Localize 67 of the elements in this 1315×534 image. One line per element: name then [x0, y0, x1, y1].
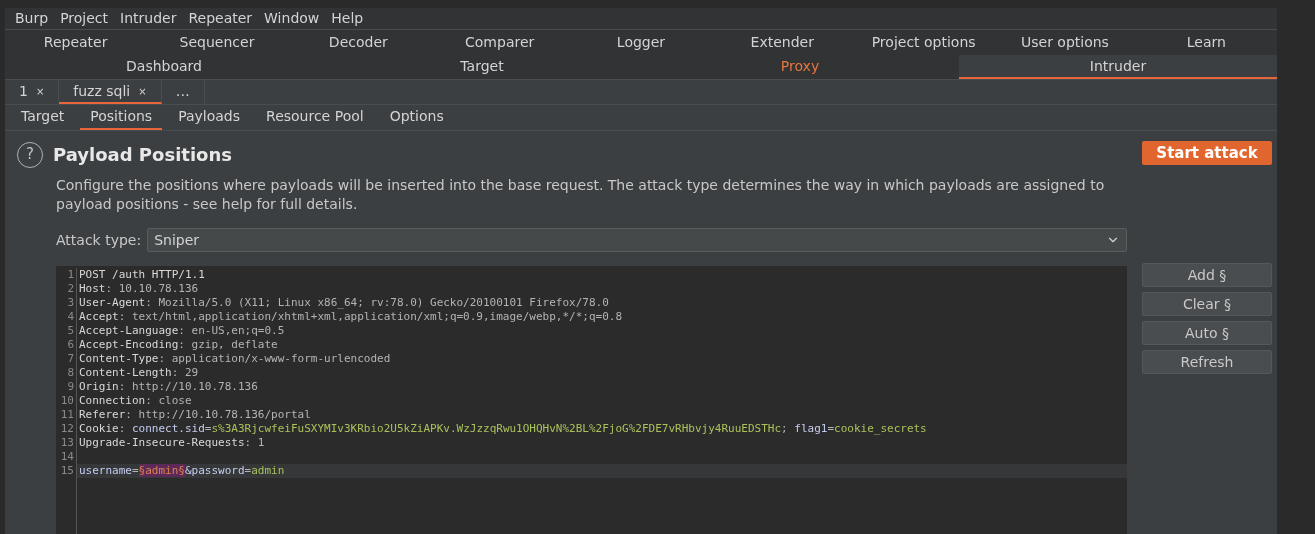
- close-icon[interactable]: ×: [138, 83, 147, 99]
- tool-tab[interactable]: Dashboard: [5, 55, 323, 79]
- request-line: POST /auth HTTP/1.1: [79, 268, 205, 281]
- tool-tab[interactable]: Project options: [852, 32, 995, 53]
- tool-tab[interactable]: Proxy: [641, 55, 959, 79]
- sub-tab[interactable]: Options: [379, 105, 454, 130]
- menu-item[interactable]: Intruder: [116, 8, 181, 29]
- tool-tab[interactable]: Comparer: [429, 32, 571, 53]
- menu-item[interactable]: Project: [56, 8, 113, 29]
- menu-item[interactable]: Window: [260, 8, 324, 29]
- request-editor[interactable]: [56, 266, 1127, 534]
- position-button[interactable]: Clear §: [1142, 292, 1272, 316]
- line-number: 10: [59, 394, 75, 408]
- request-line: username=§admin§&password=admin: [79, 464, 285, 477]
- close-icon[interactable]: ×: [35, 83, 45, 99]
- menu-item[interactable]: Repeater: [184, 8, 257, 29]
- request-line: Origin: http://10.10.78.136: [79, 380, 258, 393]
- request-line: Accept-Language: en-US,en;q=0.5: [79, 324, 285, 337]
- section-description: Configure the positions where payloads will be inserted into the base request. The attack type determines the way in which payloads are assigned to payload positions - see help for full details.: [56, 176, 1106, 214]
- sub-tab[interactable]: Target: [11, 105, 75, 130]
- line-number: 15: [59, 464, 75, 478]
- line-number: 7: [66, 352, 75, 366]
- section-title: Payload Positions: [53, 143, 232, 167]
- request-line: Connection: close: [79, 394, 192, 407]
- request-tab[interactable]: fuzz sqli ×: [59, 80, 162, 104]
- tool-tab[interactable]: Logger: [570, 32, 712, 53]
- position-button[interactable]: Auto §: [1142, 321, 1272, 345]
- line-number: 12: [59, 422, 75, 436]
- line-number: 3: [66, 296, 75, 310]
- menu-item[interactable]: Burp: [11, 8, 53, 29]
- request-line: Referer: http://10.10.78.136/portal: [79, 408, 311, 421]
- tool-tab[interactable]: Decoder: [287, 32, 429, 53]
- request-line: Host: 10.10.78.136: [79, 282, 199, 295]
- line-number: 13: [59, 436, 75, 450]
- request-tab[interactable]: …: [161, 80, 205, 104]
- line-number: 11: [59, 408, 75, 422]
- tool-tab[interactable]: Intruder: [959, 55, 1277, 79]
- sub-tab[interactable]: Resource Pool: [256, 105, 374, 130]
- line-number: 14: [59, 450, 75, 464]
- tool-tab[interactable]: User options: [994, 32, 1136, 53]
- sub-tab[interactable]: Payloads: [168, 105, 251, 130]
- tool-tab[interactable]: Sequencer: [146, 32, 288, 53]
- request-line: Upgrade-Insecure-Requests: 1: [79, 436, 265, 449]
- request-line: Accept: text/html,application/xhtml+xml,application/xml;q=0.9,image/webp,*/*;q=0.8: [79, 310, 623, 323]
- line-number: 9: [66, 380, 75, 394]
- request-tab[interactable]: 1 ×: [5, 80, 60, 104]
- line-number: 6: [66, 338, 75, 352]
- sub-tab[interactable]: Positions: [80, 105, 163, 130]
- attack-type-label: Attack type:: [56, 230, 142, 250]
- request-line: Content-Type: application/x-www-form-urlencoded: [79, 352, 391, 365]
- tool-tab[interactable]: Repeater: [5, 32, 147, 53]
- position-button[interactable]: Add §: [1142, 263, 1272, 287]
- request-line: User-Agent: Mozilla/5.0 (X11; Linux x86_64; rv:78.0) Gecko/20100101 Firefox/78.0: [79, 296, 609, 309]
- tool-tab[interactable]: Target: [323, 55, 641, 79]
- request-line: Content-Length: 29: [79, 366, 199, 379]
- tool-tab[interactable]: Extender: [711, 32, 853, 53]
- line-number: 2: [66, 282, 75, 296]
- position-button[interactable]: Refresh: [1142, 350, 1272, 374]
- request-line: Cookie: connect.sid=s%3A3RjcwfeiFuSXYMIv3KRbio2U5kZiAPKv.WzJzzqRwu1OHQHvN%2BL%2FjoG%2FDE7vRHbvjy4RuuEDSTHc; flag1=cookie_secrets: [79, 422, 927, 435]
- request-line: Accept-Encoding: gzip, deflate: [79, 338, 278, 351]
- line-number: 1: [66, 268, 75, 282]
- line-number: 4: [66, 310, 75, 324]
- line-number: 8: [66, 366, 75, 380]
- menu-item[interactable]: Help: [327, 8, 368, 29]
- line-number: 5: [66, 324, 75, 338]
- tool-tab[interactable]: Learn: [1135, 32, 1277, 53]
- attack-type-dropdown[interactable]: Sniper: [147, 228, 1127, 252]
